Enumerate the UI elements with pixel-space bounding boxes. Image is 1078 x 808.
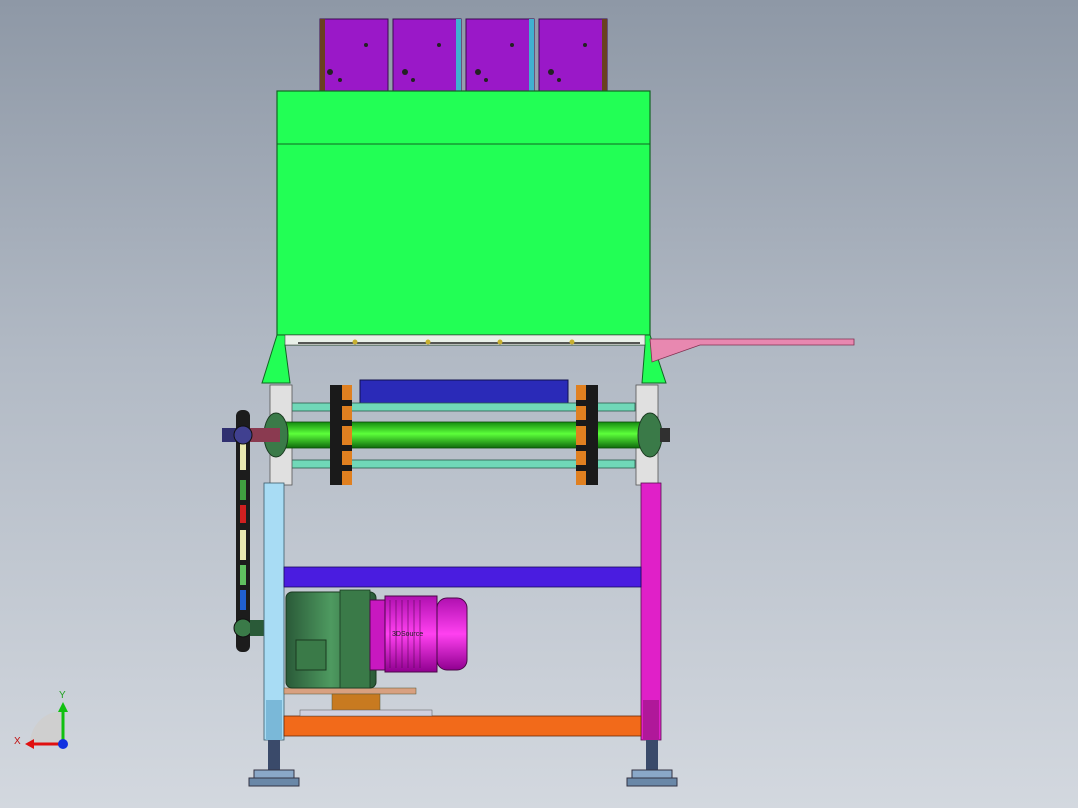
motor: 3DSource	[369, 595, 468, 673]
cad-viewport[interactable]: 3DSource Y X	[0, 0, 1078, 808]
cutter-left	[330, 385, 352, 485]
axis-x-label: X	[14, 736, 21, 747]
machine-drawing: 3DSource Y X	[14, 18, 855, 787]
motor-plate	[283, 687, 417, 695]
feeder-box	[319, 18, 389, 92]
hopper	[261, 90, 667, 384]
feeder-box	[392, 18, 462, 92]
chain-drive	[233, 410, 266, 652]
crossbar-bottom	[283, 715, 642, 737]
axis-triad: Y X	[14, 690, 68, 749]
cutter-right	[576, 385, 598, 485]
gearbox	[285, 589, 377, 689]
feeder-box	[465, 18, 535, 92]
feeder-boxes	[319, 18, 608, 92]
blade-holder	[359, 379, 569, 405]
axis-y-label: Y	[59, 690, 66, 701]
crossbar-top	[283, 566, 642, 588]
leveling-feet	[248, 740, 678, 787]
motor-label: 3DSource	[392, 631, 423, 638]
feeder-box	[538, 18, 608, 92]
discharge-chute	[649, 338, 855, 363]
motor-base	[331, 693, 381, 713]
